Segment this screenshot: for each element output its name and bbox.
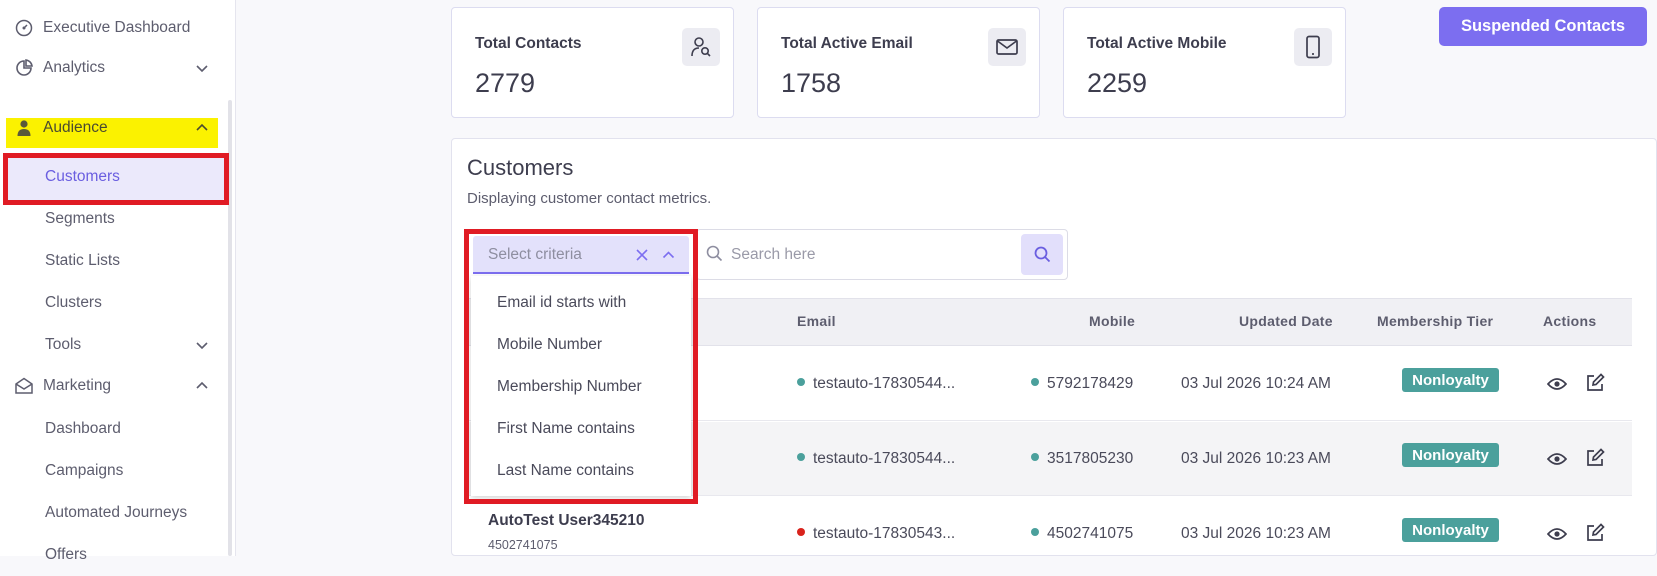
gauge-icon [14,18,34,38]
search-icon [706,245,723,267]
sidebar-subitem-label: Segments [45,210,115,227]
mobile-value: 5792178429 [1047,375,1134,392]
sidebar-item-label: Audience [43,119,108,136]
email-cell: testauto-17830544... [797,450,955,468]
user-search-icon [682,28,720,66]
mobile-status-dot [1031,452,1039,461]
mobile-status-dot [1031,377,1039,386]
edit-icon[interactable] [1584,447,1606,469]
column-header-email[interactable]: Email [797,313,836,329]
membership-tier-badge: Nonloyalty [1402,518,1499,542]
column-header-actions: Actions [1543,313,1597,329]
sidebar-subitem-label: Tools [45,336,82,353]
membership-tier-badge: Nonloyalty [1402,368,1499,392]
mobile-phone-icon [1294,28,1332,66]
chevron-up-icon [196,123,208,131]
sidebar-subitem-tools[interactable]: Tools [0,324,226,366]
updated-date-cell: 03 Jul 2026 10:23 AM [1181,525,1331,542]
column-header-updated-date[interactable]: Updated Date [1239,313,1333,329]
email-value: testauto-17830544... [813,450,956,467]
stat-card-total-active-email: Total Active Email 1758 [757,7,1040,118]
edit-icon[interactable] [1584,522,1606,544]
mobile-cell: 5792178429 [1031,375,1133,393]
column-header-membership-tier[interactable]: Membership Tier [1377,313,1493,329]
sidebar-subitem-static-lists[interactable]: Static Lists [0,240,226,282]
sidebar-subitem-label: Clusters [45,294,102,311]
sidebar-subitem-label: Campaigns [45,462,124,479]
pie-chart-icon [14,58,34,78]
email-cell: testauto-17830543... [797,525,955,543]
page-subtitle: Displaying customer contact metrics. [467,190,712,207]
stat-title: Total Active Mobile [1087,35,1227,52]
updated-date-cell: 03 Jul 2026 10:23 AM [1181,450,1331,467]
sidebar-item-label: Analytics [43,59,106,76]
sidebar-subitem-label: Static Lists [45,252,120,269]
mobile-cell: 4502741075 [1031,525,1133,543]
view-eye-icon[interactable] [1546,373,1568,395]
mobile-status-dot [1031,527,1039,536]
customer-name[interactable]: AutoTest User345210 [488,512,645,530]
customer-sub: 4502741075 [488,538,558,552]
updated-date-cell: 03 Jul 2026 10:24 AM [1181,375,1331,392]
membership-tier-badge: Nonloyalty [1402,443,1499,467]
email-value: testauto-17830544... [813,375,956,392]
view-eye-icon[interactable] [1546,523,1568,545]
sidebar-subitem-campaigns[interactable]: Campaigns [0,450,226,492]
annotation-box-customers [3,153,229,205]
search-input[interactable] [731,243,1011,267]
sidebar-subitem-label: Automated Journeys [45,504,188,521]
email-status-dot [797,452,805,461]
view-eye-icon[interactable] [1546,448,1568,470]
email-value: testauto-17830543... [813,525,956,542]
stat-value: 2259 [1087,68,1148,98]
chevron-up-icon [196,381,208,389]
mail-open-icon [14,376,34,396]
column-header-mobile[interactable]: Mobile [1089,313,1135,329]
sidebar-subitem-label: Dashboard [45,420,121,437]
edit-icon[interactable] [1584,372,1606,394]
suspended-contacts-button[interactable]: Suspended Contacts [1439,7,1647,46]
stat-value: 2779 [475,68,536,98]
stat-title: Total Active Email [781,35,913,52]
sidebar-item-marketing[interactable]: Marketing [0,366,226,406]
mobile-cell: 3517805230 [1031,450,1133,468]
sidebar-item-label: Marketing [43,377,112,394]
user-icon [14,118,34,138]
sidebar-subitem-clusters[interactable]: Clusters [0,282,226,324]
sidebar-subitem-label: Offers [45,546,87,563]
sidebar-subitem-dashboard[interactable]: Dashboard [0,408,226,450]
mobile-value: 3517805230 [1047,450,1134,467]
search-icon [1034,246,1050,263]
sidebar-item-executive-dashboard[interactable]: Executive Dashboard [0,8,226,48]
sidebar-item-analytics[interactable]: Analytics [0,48,226,88]
sidebar-subitem-automated-journeys[interactable]: Automated Journeys [0,492,226,534]
email-status-dot [797,527,805,536]
sidebar: Executive Dashboard Analytics Audience C… [0,0,236,563]
sidebar-subitem-offers[interactable]: Offers [0,534,226,576]
search-button[interactable] [1021,234,1063,275]
page-title: Customers [467,155,574,180]
stat-title: Total Contacts [475,35,582,52]
email-status-dot [797,377,805,386]
envelope-icon [988,28,1026,66]
sidebar-item-audience[interactable]: Audience [0,108,226,148]
mobile-value: 4502741075 [1047,525,1134,542]
chevron-down-icon [196,342,208,350]
sidebar-item-label: Executive Dashboard [43,19,191,36]
chevron-down-icon [196,65,208,73]
annotation-box-criteria [464,229,698,504]
email-cell: testauto-17830544... [797,375,955,393]
stat-card-total-contacts: Total Contacts 2779 [451,7,734,118]
stat-value: 1758 [781,68,842,98]
stat-card-total-active-mobile: Total Active Mobile 2259 [1063,7,1346,118]
